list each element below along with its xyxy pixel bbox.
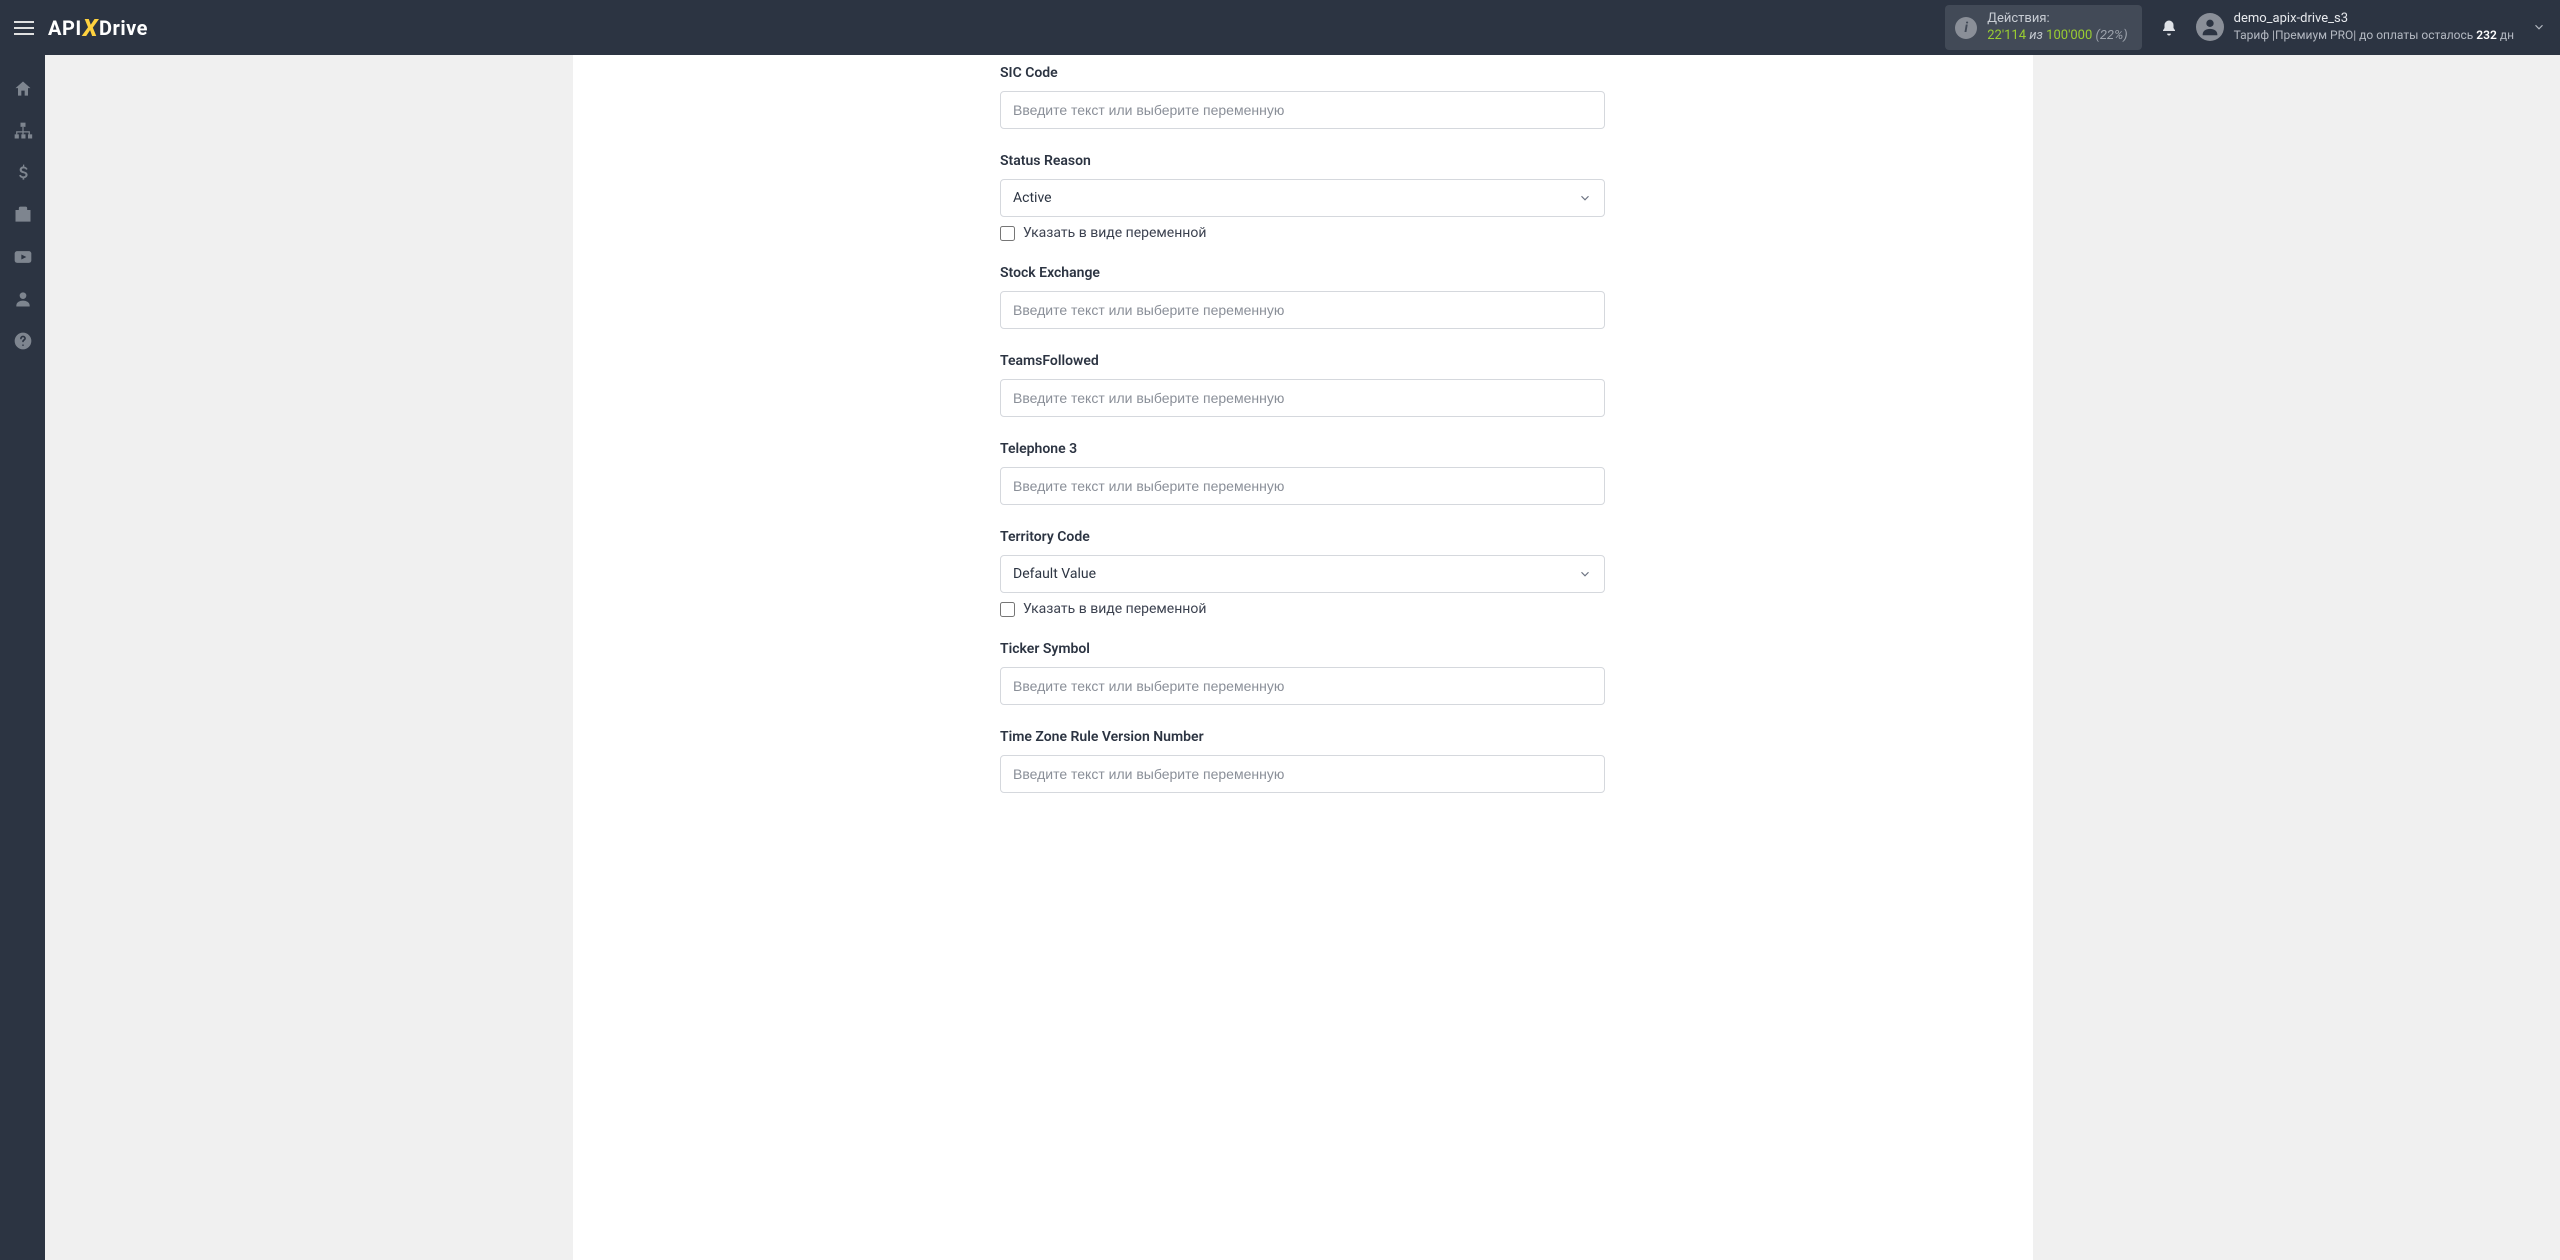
form-container: SIC Code Status Reason Active Указать в … <box>1000 65 1605 793</box>
actions-mid: из <box>2029 28 2043 43</box>
actions-count: 22'114 <box>1987 28 2026 43</box>
user-name: demo_apix-drive_s3 <box>2234 11 2514 28</box>
label-stock-exchange: Stock Exchange <box>1000 265 1605 281</box>
sidebar-item-billing[interactable] <box>0 153 45 193</box>
sidebar-item-workspace[interactable] <box>0 195 45 235</box>
bell-icon <box>2160 19 2178 37</box>
checkbox-row-territory-code: Указать в виде переменной <box>1000 601 1605 617</box>
actions-label: Действия: <box>1987 11 2127 28</box>
notifications-button[interactable] <box>2160 19 2178 37</box>
label-territory-code: Territory Code <box>1000 529 1605 545</box>
menu-toggle-button[interactable] <box>14 21 34 35</box>
field-telephone-3: Telephone 3 <box>1000 441 1605 505</box>
home-icon <box>13 79 33 99</box>
chevron-down-icon <box>2532 20 2546 34</box>
checkbox-territory-code[interactable] <box>1000 602 1015 617</box>
field-stock-exchange: Stock Exchange <box>1000 265 1605 329</box>
select-territory-code[interactable]: Default Value <box>1000 555 1605 593</box>
select-territory-code-value: Default Value <box>1013 566 1096 582</box>
label-telephone-3: Telephone 3 <box>1000 441 1605 457</box>
label-status-reason: Status Reason <box>1000 153 1605 169</box>
input-ticker-symbol[interactable] <box>1000 667 1605 705</box>
field-teams-followed: TeamsFollowed <box>1000 353 1605 417</box>
help-icon <box>13 331 33 351</box>
main: SIC Code Status Reason Active Указать в … <box>45 55 2560 1260</box>
topbar: APIXDrive i Действия: 22'114 из 100'000 … <box>0 0 2560 55</box>
field-territory-code: Territory Code Default Value Указать в в… <box>1000 529 1605 617</box>
logo-part2: Drive <box>99 16 148 40</box>
input-sic-code[interactable] <box>1000 91 1605 129</box>
chevron-down-icon <box>1578 567 1592 581</box>
input-telephone-3[interactable] <box>1000 467 1605 505</box>
field-sic-code: SIC Code <box>1000 65 1605 129</box>
user-icon <box>13 289 33 309</box>
field-tz-rule-version: Time Zone Rule Version Number <box>1000 729 1605 793</box>
sidebar-item-help[interactable] <box>0 321 45 361</box>
label-tz-rule-version: Time Zone Rule Version Number <box>1000 729 1605 745</box>
input-tz-rule-version[interactable] <box>1000 755 1605 793</box>
input-stock-exchange[interactable] <box>1000 291 1605 329</box>
logo-part1: API <box>48 16 82 40</box>
info-icon: i <box>1955 17 1977 39</box>
sidebar <box>0 55 45 1260</box>
sidebar-item-video[interactable] <box>0 237 45 277</box>
actions-pct: (22%) <box>2096 28 2128 43</box>
dollar-icon <box>13 163 33 183</box>
label-sic-code: SIC Code <box>1000 65 1605 81</box>
avatar-icon <box>2196 13 2224 41</box>
user-menu[interactable]: demo_apix-drive_s3 Тариф |Премиум PRO| д… <box>2196 11 2546 43</box>
label-teams-followed: TeamsFollowed <box>1000 353 1605 369</box>
actions-counter[interactable]: i Действия: 22'114 из 100'000 (22%) <box>1945 5 2141 51</box>
logo[interactable]: APIXDrive <box>48 14 148 42</box>
sidebar-item-account[interactable] <box>0 279 45 319</box>
chevron-down-icon <box>1578 191 1592 205</box>
topbar-right: i Действия: 22'114 из 100'000 (22%) demo… <box>1945 5 2546 51</box>
user-tariff: Тариф |Премиум PRO| до оплаты осталось 2… <box>2234 28 2514 44</box>
youtube-icon <box>13 247 33 267</box>
logo-x: X <box>83 14 98 42</box>
actions-text: Действия: 22'114 из 100'000 (22%) <box>1987 11 2127 45</box>
field-status-reason: Status Reason Active Указать в виде пере… <box>1000 153 1605 241</box>
sidebar-item-connections[interactable] <box>0 111 45 151</box>
sidebar-item-home[interactable] <box>0 69 45 109</box>
checkbox-label-territory-code: Указать в виде переменной <box>1023 601 1206 617</box>
checkbox-status-reason[interactable] <box>1000 226 1015 241</box>
input-teams-followed[interactable] <box>1000 379 1605 417</box>
actions-max: 100'000 <box>2046 28 2092 43</box>
field-ticker-symbol: Ticker Symbol <box>1000 641 1605 705</box>
select-status-reason[interactable]: Active <box>1000 179 1605 217</box>
checkbox-label-status-reason: Указать в виде переменной <box>1023 225 1206 241</box>
user-text: demo_apix-drive_s3 Тариф |Премиум PRO| д… <box>2234 11 2514 43</box>
select-status-reason-value: Active <box>1013 190 1052 206</box>
briefcase-icon <box>13 205 33 225</box>
label-ticker-symbol: Ticker Symbol <box>1000 641 1605 657</box>
sitemap-icon <box>13 121 33 141</box>
form-card: SIC Code Status Reason Active Указать в … <box>573 55 2033 1260</box>
checkbox-row-status-reason: Указать в виде переменной <box>1000 225 1605 241</box>
